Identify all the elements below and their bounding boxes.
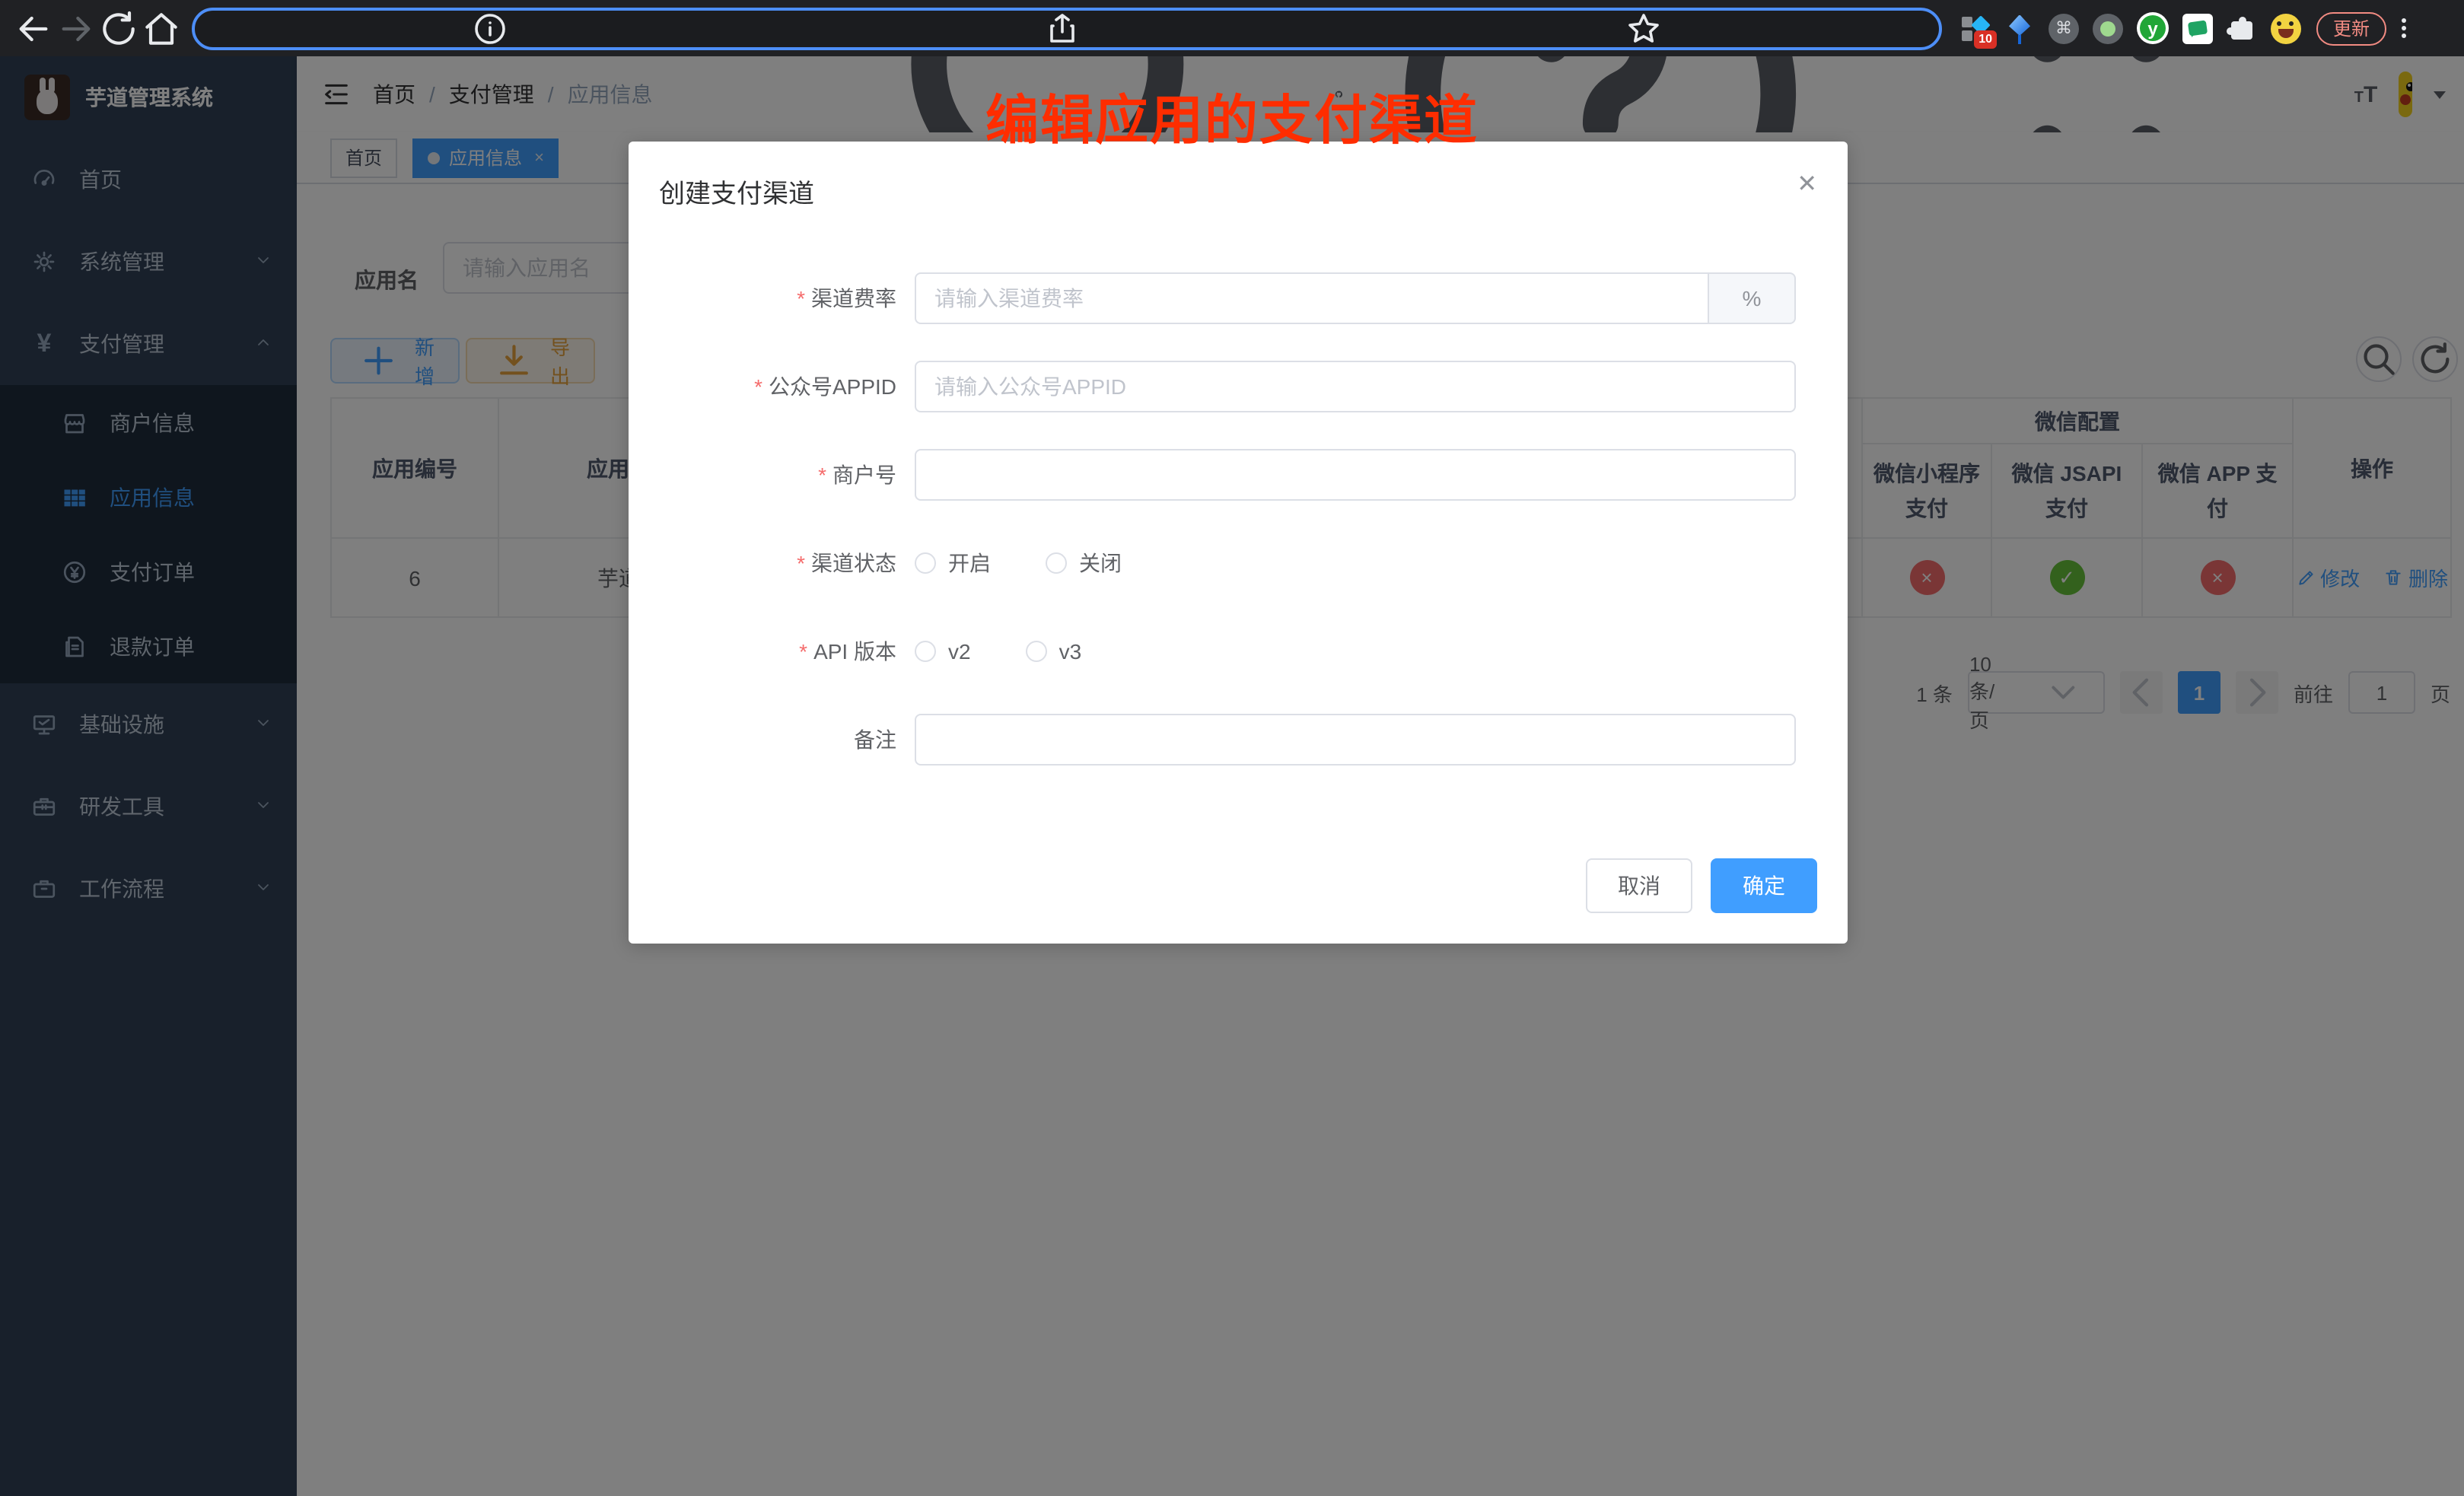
api-v3-radio[interactable]: v3 (1026, 639, 1082, 664)
browser-back-icon[interactable] (12, 7, 55, 49)
remark-input[interactable] (915, 714, 1796, 766)
browser-reload-icon[interactable] (97, 7, 140, 49)
radio-circle-icon (915, 552, 936, 574)
status-close-radio[interactable]: 关闭 (1046, 548, 1122, 578)
address-bar[interactable]: localhost:1024/pay/app (192, 7, 1942, 49)
dialog-footer: 取消 确定 (1586, 858, 1817, 913)
api-version-label: API 版本 (629, 636, 915, 667)
share-icon[interactable] (782, 10, 1342, 46)
extensions-puzzle-icon[interactable] (2227, 13, 2257, 43)
dialog-title: 创建支付渠道 (659, 172, 814, 210)
extensions-tray: 10 ⌘ y (1960, 12, 2301, 44)
confirm-button[interactable]: 确定 (1711, 858, 1817, 913)
dialog-close-icon[interactable]: ✕ (1797, 169, 1817, 199)
site-info-icon[interactable] (210, 10, 770, 46)
appid-input[interactable] (915, 361, 1796, 412)
extension-tabs-icon[interactable]: 10 (1960, 13, 1991, 43)
bookmark-star-icon[interactable] (1364, 10, 1924, 46)
create-pay-channel-dialog: 创建支付渠道 ✕ 渠道费率 % 公众号APPID 商户号 (629, 142, 1848, 944)
extension-kite-icon[interactable] (2004, 13, 2035, 43)
profile-avatar-icon[interactable] (2271, 13, 2301, 43)
screenshot-root: localhost:1024/pay/app 10 ⌘ y (0, 0, 2464, 1496)
extension-badge: 10 (1974, 30, 1997, 48)
extension-dot-icon[interactable] (2093, 13, 2123, 43)
annotation-text: 编辑应用的支付渠道 (0, 78, 2464, 155)
rate-input[interactable] (915, 272, 1709, 324)
api-v2-radio[interactable]: v2 (915, 639, 971, 664)
appid-label: 公众号APPID (629, 371, 915, 402)
radio-circle-icon (1026, 641, 1047, 662)
merchant-id-label: 商户号 (629, 460, 915, 490)
radio-circle-icon (1046, 552, 1067, 574)
dialog-form: 渠道费率 % 公众号APPID 商户号 渠道状态 (629, 272, 1848, 802)
browser-update-button[interactable]: 更新 (2316, 11, 2386, 45)
browser-home-icon[interactable] (140, 7, 183, 49)
extension-chat-icon[interactable] (2182, 13, 2213, 43)
browser-toolbar: localhost:1024/pay/app 10 ⌘ y (0, 0, 2464, 56)
extension-y-icon[interactable]: y (2137, 12, 2169, 44)
status-open-radio[interactable]: 开启 (915, 548, 991, 578)
remark-label: 备注 (629, 724, 915, 755)
channel-status-label: 渠道状态 (629, 548, 915, 578)
browser-menu-icon[interactable] (2392, 13, 2414, 43)
app-window: 芋道管理系统 首页 系统管理 ¥ 支付管理 商户信息 (0, 56, 2464, 1496)
browser-forward-icon[interactable] (55, 7, 97, 49)
merchant-id-input[interactable] (915, 449, 1796, 501)
extension-command-icon[interactable]: ⌘ (2049, 13, 2079, 43)
radio-circle-icon (915, 641, 936, 662)
cancel-button[interactable]: 取消 (1586, 858, 1692, 913)
rate-label: 渠道费率 (629, 283, 915, 314)
rate-suffix: % (1709, 272, 1796, 324)
